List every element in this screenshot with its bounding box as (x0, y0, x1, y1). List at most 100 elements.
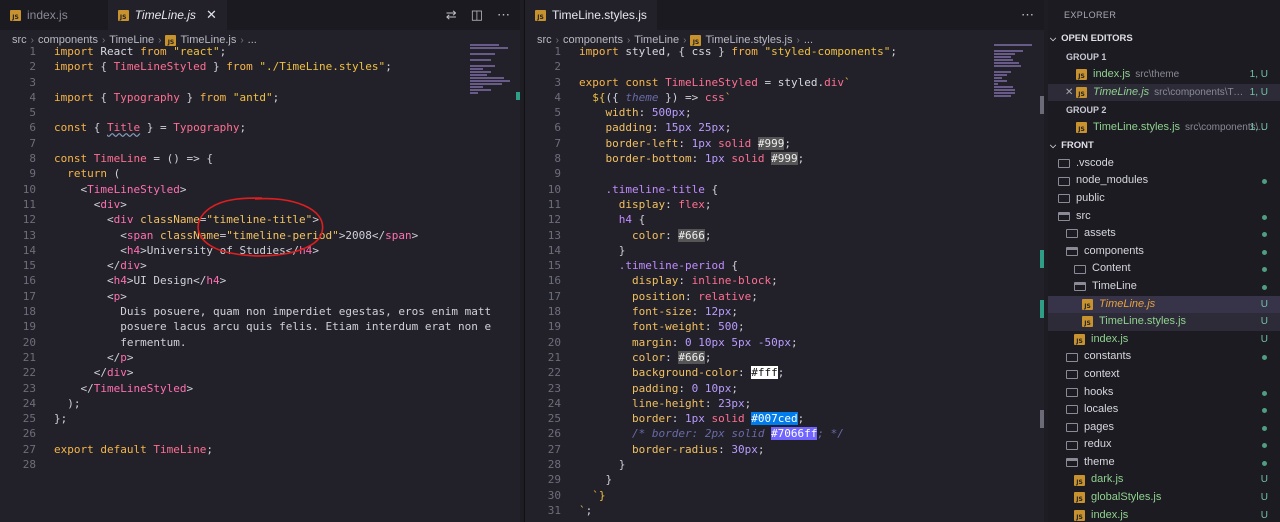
code-line[interactable]: 20 margin: 0 10px 5px -50px; (525, 335, 1044, 350)
code-line[interactable]: 15 .timeline-period { (525, 258, 1044, 273)
code-text[interactable]: .timeline-period { (561, 258, 738, 273)
code-text[interactable]: <h4>University of Studies</h4> (36, 243, 319, 258)
code-text[interactable]: } (561, 243, 626, 258)
code-line[interactable]: 18 Duis posuere, quam non imperdiet eges… (0, 304, 520, 319)
code-text[interactable]: display: flex; (561, 197, 712, 212)
code-line[interactable]: 22 </div> (0, 365, 520, 380)
code-line[interactable]: 2 import { TimeLineStyled } from "./TimeL… (0, 59, 520, 74)
code-text[interactable]: </div> (36, 365, 134, 380)
code-text[interactable] (36, 136, 61, 151)
tree-folder[interactable]: context (1048, 366, 1280, 384)
code-text[interactable]: Duis posuere, quam non imperdiet egestas… (36, 304, 491, 319)
code-line[interactable]: 4 import { Typography } from "antd"; (0, 90, 520, 105)
code-text[interactable]: width: 500px; (561, 105, 692, 120)
close-icon[interactable]: ✕ (1065, 84, 1073, 102)
code-text[interactable]: line-height: 23px; (561, 396, 751, 411)
code-line[interactable]: 8 border-bottom: 1px solid #999; (525, 151, 1044, 166)
code-editor-right[interactable]: 1 import styled, { css } from "styled-com… (525, 44, 1044, 518)
code-line[interactable]: 9 return ( (0, 166, 520, 181)
compare-changes-icon[interactable]: ⇄ (446, 7, 457, 23)
code-text[interactable]: } (561, 472, 612, 487)
tree-folder[interactable]: hooks (1048, 384, 1280, 402)
tree-file[interactable]: JS dark.js U (1048, 471, 1280, 489)
tree-folder[interactable]: public (1048, 190, 1280, 208)
code-text[interactable]: display: inline-block; (561, 273, 778, 288)
code-line[interactable]: 8 const TimeLine = () => { (0, 151, 520, 166)
code-line[interactable]: 28 (0, 457, 520, 472)
code-text[interactable]: margin: 0 10px 5px -50px; (561, 335, 798, 350)
code-line[interactable]: 23 padding: 0 10px; (525, 381, 1044, 396)
tab-timeline-styles-js[interactable]: JS TimeLine.styles.js (525, 0, 657, 30)
code-text[interactable]: </TimeLineStyled> (36, 381, 193, 396)
code-line[interactable]: 14 <h4>University of Studies</h4> (0, 243, 520, 258)
code-text[interactable]: <h4>UI Design</h4> (36, 273, 226, 288)
code-line[interactable]: 17 position: relative; (525, 289, 1044, 304)
code-line[interactable]: 28 } (525, 457, 1044, 472)
tree-folder[interactable]: Content (1048, 260, 1280, 278)
code-text[interactable]: ${({ theme }) => css` (561, 90, 731, 105)
code-line[interactable]: 3 (0, 75, 520, 90)
code-line[interactable]: 31 `; (525, 503, 1044, 518)
code-text[interactable]: color: #666; (561, 228, 711, 243)
code-text[interactable]: </p> (36, 350, 134, 365)
code-text[interactable]: export const TimeLineStyled = styled.div… (561, 75, 851, 90)
code-line[interactable]: 1 import styled, { css } from "styled-com… (525, 44, 1044, 59)
code-text[interactable]: color: #666; (561, 350, 711, 365)
code-text[interactable] (36, 105, 61, 120)
code-line[interactable]: 13 <span className="timeline-period">200… (0, 228, 520, 243)
code-line[interactable]: 30 `} (525, 488, 1044, 503)
tree-file[interactable]: JS globalStyles.js U (1048, 489, 1280, 507)
close-icon[interactable]: ✕ (206, 7, 217, 23)
code-text[interactable]: <p> (36, 289, 127, 304)
project-section[interactable]: ⌵ FRONT (1048, 137, 1280, 155)
code-line[interactable]: 6 padding: 15px 25px; (525, 120, 1044, 135)
tree-file[interactable]: JS TimeLine.styles.js U (1048, 313, 1280, 331)
code-line[interactable]: 6 const { Title } = Typography; (0, 120, 520, 135)
code-text[interactable]: `; (561, 503, 592, 518)
tree-folder[interactable]: TimeLine (1048, 278, 1280, 296)
code-text[interactable]: `} (561, 488, 605, 503)
tree-file[interactable]: JS TimeLine.js U (1048, 295, 1280, 314)
tree-folder[interactable]: redux (1048, 436, 1280, 454)
open-editor-item[interactable]: ✕JS TimeLine.js src\components\Time... 1, U (1048, 83, 1280, 102)
code-text[interactable]: import { TimeLineStyled } from "./TimeLi… (36, 59, 392, 74)
code-line[interactable]: 11 <div> (0, 197, 520, 212)
minimap[interactable] (994, 44, 1036, 104)
code-text[interactable]: border: 1px solid #007ced; (561, 411, 804, 426)
code-line[interactable]: 26 (0, 426, 520, 441)
code-line[interactable]: 29 } (525, 472, 1044, 487)
code-text[interactable]: position: relative; (561, 289, 758, 304)
code-text[interactable]: import React from "react"; (36, 44, 226, 59)
code-line[interactable]: 21 </p> (0, 350, 520, 365)
code-line[interactable]: 5 (0, 105, 520, 120)
tree-file[interactable]: JS index.js U (1048, 507, 1280, 522)
more-actions-icon[interactable]: ⋯ (1021, 7, 1034, 23)
code-text[interactable]: <TimeLineStyled> (36, 182, 186, 197)
open-editors-section[interactable]: ⌵ OPEN EDITORS (1048, 30, 1280, 48)
code-line[interactable]: 25}; (0, 411, 520, 426)
code-text[interactable]: ); (36, 396, 80, 411)
split-editor-icon[interactable]: ◫ (471, 7, 483, 23)
code-text[interactable] (36, 457, 61, 472)
code-text[interactable]: }; (36, 411, 67, 426)
code-line[interactable]: 12 <div className="timeline-title"> (0, 212, 520, 227)
code-line[interactable]: 4 ${({ theme }) => css` (525, 90, 1044, 105)
code-text[interactable]: const TimeLine = () => { (36, 151, 213, 166)
code-line[interactable]: 17 <p> (0, 289, 520, 304)
code-text[interactable]: border-left: 1px solid #999; (561, 136, 791, 151)
code-line[interactable]: 24 line-height: 23px; (525, 396, 1044, 411)
code-line[interactable]: 1 import React from "react"; (0, 44, 520, 59)
code-text[interactable]: const { Title } = Typography; (36, 120, 246, 135)
code-line[interactable]: 2 (525, 59, 1044, 74)
code-line[interactable]: 18 font-size: 12px; (525, 304, 1044, 319)
tree-file[interactable]: JS index.js U (1048, 331, 1280, 349)
code-text[interactable]: fermentum. (36, 335, 186, 350)
code-text[interactable]: import styled, { css } from "styled-comp… (561, 44, 897, 59)
code-text[interactable]: <div className="timeline-title"> (36, 212, 319, 227)
code-text[interactable] (561, 59, 586, 74)
code-text[interactable]: border-bottom: 1px solid #999; (561, 151, 804, 166)
code-line[interactable]: 23 </TimeLineStyled> (0, 381, 520, 396)
code-text[interactable]: .timeline-title { (561, 182, 719, 197)
tree-folder[interactable]: .vscode (1048, 155, 1280, 173)
tree-folder[interactable]: pages (1048, 419, 1280, 437)
